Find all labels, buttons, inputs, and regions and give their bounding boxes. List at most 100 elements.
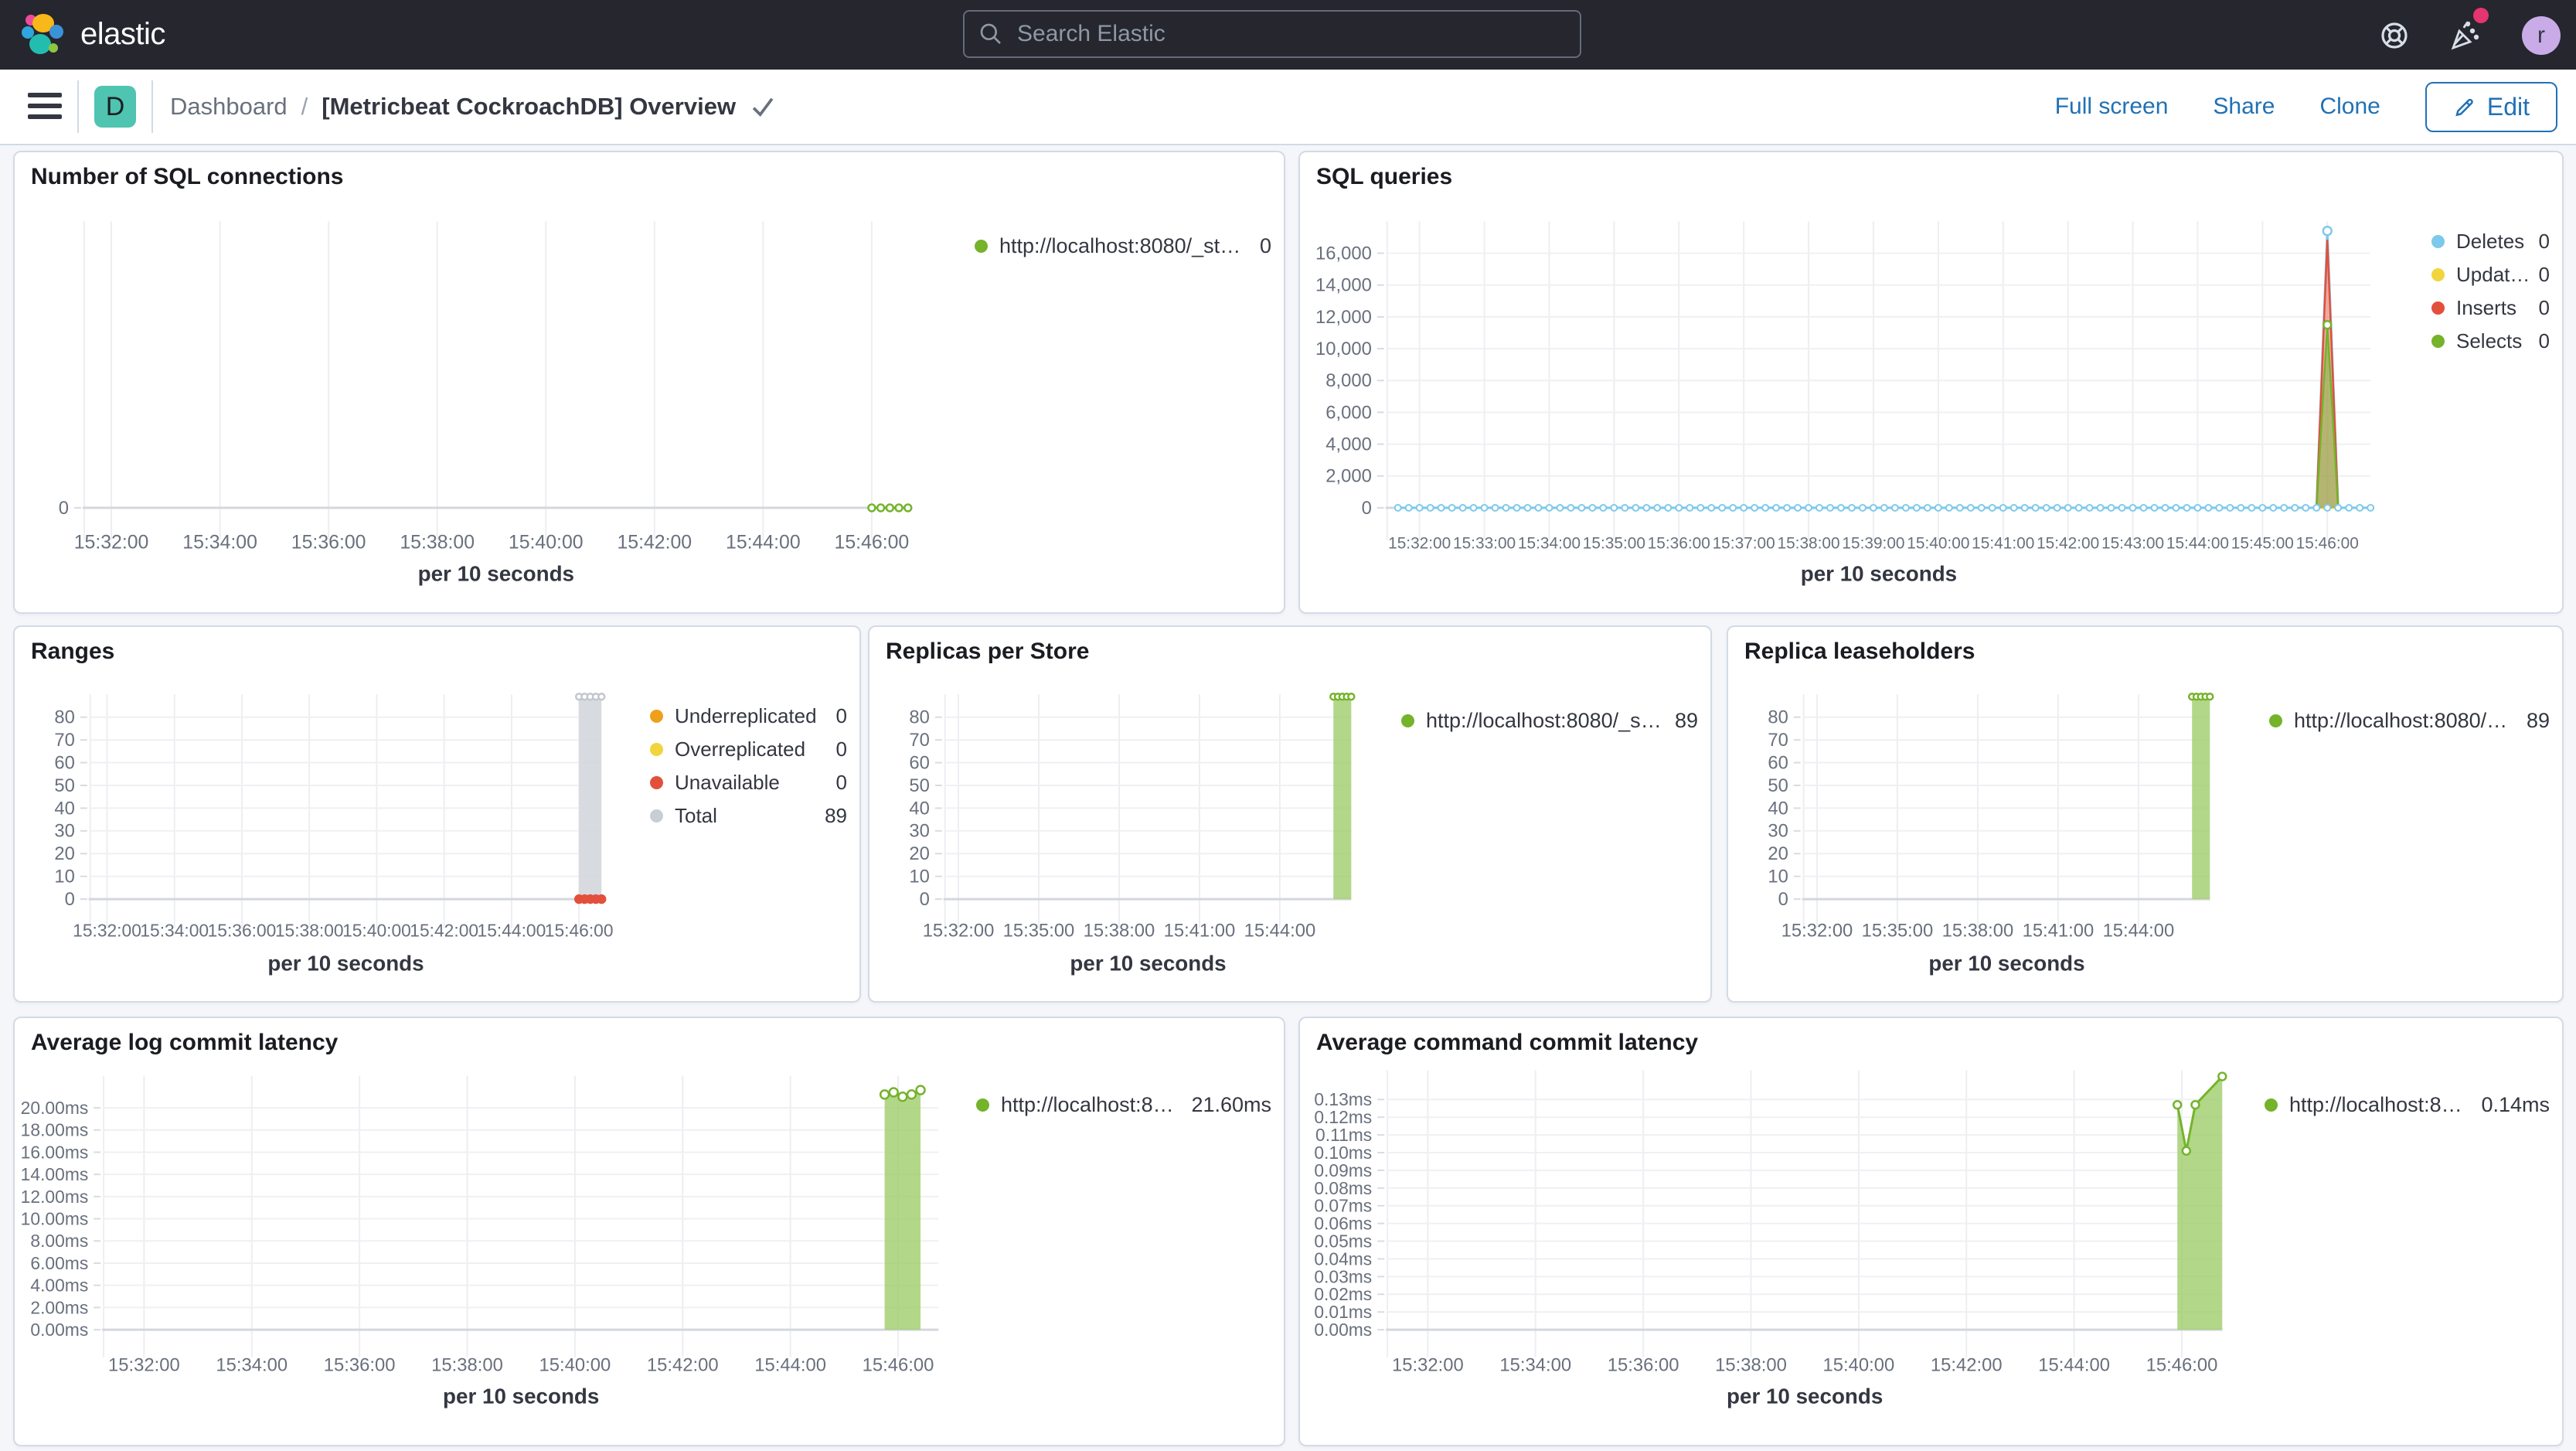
svg-text:15:32:00: 15:32:00 [73,921,141,941]
toolbar-divider [151,80,153,133]
search-icon [980,23,1001,44]
svg-text:15:46:00: 15:46:00 [835,533,910,553]
svg-text:0.00ms: 0.00ms [30,1320,88,1340]
svg-text:14.00ms: 14.00ms [21,1164,89,1184]
legend-value: 0 [2538,263,2550,286]
legend-label: Unavailable [675,771,780,794]
chart-legend: http://localhost:8080... 0.14ms [2265,1088,2550,1122]
dashboard-app-badge[interactable]: D [94,86,136,128]
share-button[interactable]: Share [2213,94,2275,120]
breadcrumb-dashboard-link[interactable]: Dashboard [170,93,288,121]
chart-legend: http://localhost:8080/_sta... 89 [1401,704,1698,737]
full-screen-button[interactable]: Full screen [2055,94,2169,120]
chart-legend: http://localhost:8080/_stat... 0 [975,230,1271,263]
search-input[interactable] [1016,20,1566,48]
svg-text:0: 0 [59,498,69,519]
legend-value: 0 [2538,296,2550,319]
svg-text:15:44:00: 15:44:00 [478,921,546,941]
svg-text:15:46:00: 15:46:00 [2146,1355,2218,1376]
avg-log-commit-latency-chart[interactable]: 20.00ms18.00ms16.00ms14.00ms 12.00ms10.00… [15,1018,1284,1445]
legend-label: Total [675,804,717,827]
legend-item[interactable]: http://localhost:8080... 0.14ms [2265,1088,2550,1122]
legend-value: 89 [2526,709,2550,732]
legend-color-dot [975,240,988,253]
svg-text:15:40:00: 15:40:00 [1823,1355,1895,1376]
svg-text:15:32:00: 15:32:00 [1781,921,1853,942]
svg-text:15:44:00: 15:44:00 [1244,921,1316,942]
svg-text:15:44:00: 15:44:00 [2103,921,2175,942]
legend-item[interactable]: Inserts 0 [2431,291,2550,325]
legend-item[interactable]: http://localhost:8080/_sta... 89 [2269,704,2550,737]
legend-item[interactable]: Total 89 [650,799,847,833]
global-search[interactable] [963,10,1581,58]
svg-text:80: 80 [909,707,929,728]
legend-color-dot [2431,335,2445,348]
svg-text:16,000: 16,000 [1315,244,1372,264]
svg-text:18.00ms: 18.00ms [21,1120,89,1140]
legend-item[interactable]: Updates 0 [2431,258,2550,291]
legend-label: http://localhost:808... [1001,1093,1184,1116]
svg-text:4.00ms: 4.00ms [30,1276,88,1296]
check-icon[interactable] [750,94,776,120]
svg-text:15:36:00: 15:36:00 [1648,535,1710,553]
svg-text:15:34:00: 15:34:00 [1499,1355,1571,1376]
svg-text:20: 20 [909,843,929,864]
svg-text:15:37:00: 15:37:00 [1713,535,1775,553]
legend-value: 0 [2538,329,2550,353]
svg-text:40: 40 [54,798,74,819]
legend-item[interactable]: http://localhost:808... 21.60ms [976,1088,1271,1122]
svg-text:15:38:00: 15:38:00 [275,921,344,941]
svg-text:15:45:00: 15:45:00 [2231,535,2294,553]
edit-button[interactable]: Edit [2425,81,2557,132]
legend-item[interactable]: http://localhost:8080/_sta... 89 [1401,704,1698,737]
page-title: [Metricbeat CockroachDB] Overview [322,93,737,120]
legend-item[interactable]: http://localhost:8080/_stat... 0 [975,230,1271,263]
menu-icon[interactable] [28,90,62,121]
svg-text:per 10 seconds: per 10 seconds [1928,951,2084,975]
legend-item[interactable]: Unavailable 0 [650,766,847,799]
legend-item[interactable]: Overreplicated 0 [650,733,847,766]
legend-item[interactable]: Underreplicated 0 [650,700,847,733]
svg-text:15:32:00: 15:32:00 [1388,535,1451,553]
avg-command-commit-latency-chart[interactable]: 0.13ms0.12ms0.11ms0.10ms0.09ms0.08ms0.07… [1300,1018,2562,1445]
app-header: elastic r [0,0,2576,70]
svg-text:15:36:00: 15:36:00 [208,921,277,941]
pencil-icon [2455,98,2473,117]
legend-value: 89 [1674,709,1698,732]
brand-name: elastic [80,16,165,51]
legend-value: 0.14ms [2481,1093,2550,1116]
svg-text:15:39:00: 15:39:00 [1842,535,1904,553]
svg-text:15:35:00: 15:35:00 [1862,921,1934,942]
svg-text:per 10 seconds: per 10 seconds [1070,951,1226,975]
legend-value: 0 [1259,234,1271,257]
user-avatar[interactable]: r [2522,16,2561,55]
svg-text:50: 50 [909,775,929,796]
legend-item[interactable]: Deletes 0 [2431,225,2550,258]
svg-text:15:41:00: 15:41:00 [1164,921,1236,942]
help-icon[interactable] [2376,17,2413,54]
svg-text:15:38:00: 15:38:00 [1777,535,1839,553]
chart-legend: Deletes 0 Updates 0 Inserts 0 Selects 0 [2431,225,2550,358]
legend-item[interactable]: Selects 0 [2431,325,2550,358]
svg-text:30: 30 [54,821,74,842]
replica-leaseholders-chart[interactable]: 80706050403020 100 15:32:00 15:35:00 15:38:0… [1728,627,2562,1001]
svg-text:12,000: 12,000 [1315,307,1372,328]
sql-queries-chart[interactable]: 16,000 14,000 12,000 10,000 8,000 6,000 4,000 2… [1300,152,2562,612]
badge-letter: D [105,91,125,121]
svg-text:70: 70 [909,730,929,751]
legend-label: http://localhost:8080/_stat... [999,234,1252,257]
toolbar-actions: Full screen Share Clone Edit [2055,70,2557,144]
svg-text:2.00ms: 2.00ms [30,1297,88,1317]
elastic-brand[interactable]: elastic [22,12,165,56]
svg-text:15:40:00: 15:40:00 [342,921,411,941]
sql-connections-chart[interactable]: 015:32:00 15:34:00 15:36:00 15:38:00 15:40:0… [15,152,1284,612]
legend-color-dot [650,809,663,823]
legend-label: Underreplicated [675,704,817,727]
svg-text:40: 40 [909,798,929,819]
legend-value: 21.60ms [1191,1093,1271,1116]
replicas-per-store-chart[interactable]: 80706050403020 100 15:32:00 15:35:00 15:38:0… [869,627,1710,1001]
svg-text:10: 10 [909,867,929,887]
clone-button[interactable]: Clone [2319,94,2380,120]
dashboard-toolbar: D Dashboard / [Metricbeat CockroachDB] O… [0,70,2576,145]
elastic-logo-icon [22,14,63,54]
